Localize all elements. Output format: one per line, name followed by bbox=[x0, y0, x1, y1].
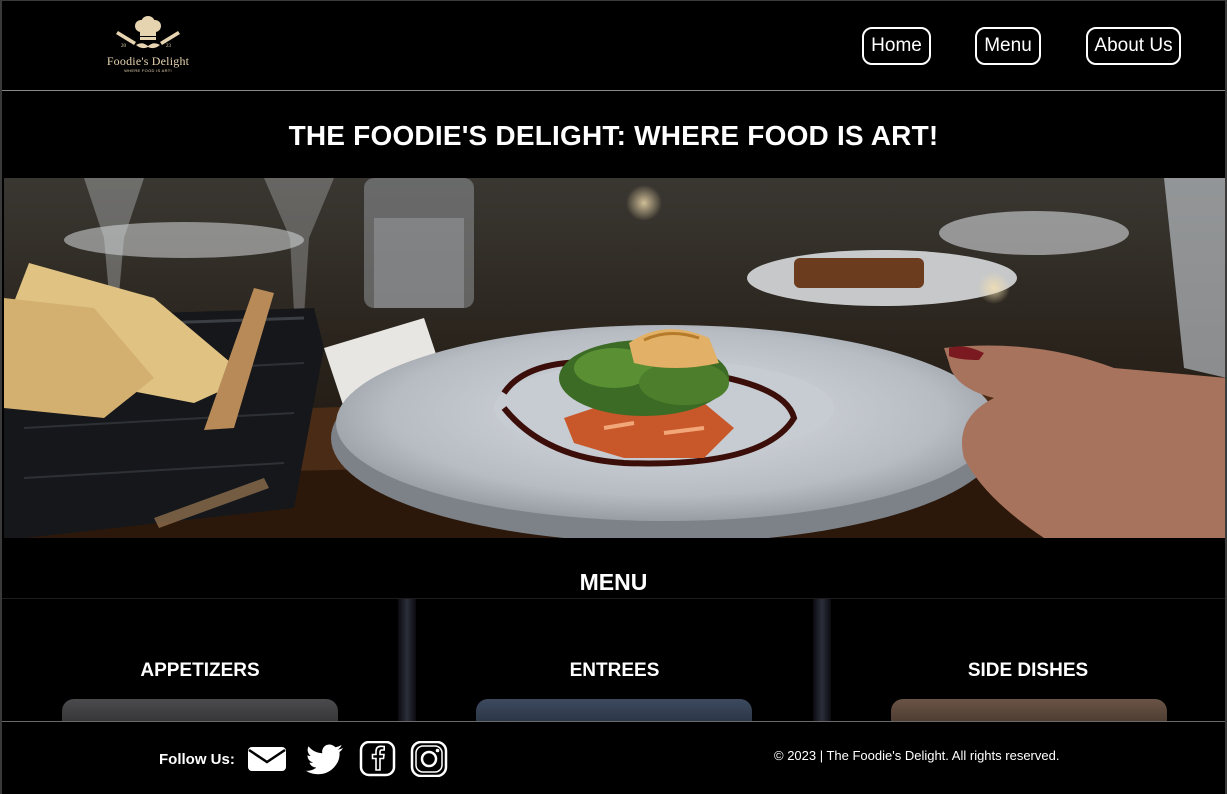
appetizers-image bbox=[62, 699, 338, 721]
menu-section-title: MENU bbox=[579, 569, 648, 595]
entrees-image bbox=[476, 699, 752, 721]
menu-card-side-dishes[interactable]: SIDE DISHES bbox=[831, 599, 1225, 721]
nav-menu-button[interactable]: Menu bbox=[975, 27, 1041, 65]
restaurant-dish-photo bbox=[4, 178, 1227, 538]
menu-card-entrees[interactable]: ENTREES bbox=[416, 599, 813, 721]
site-header: 20 23 Foodie's Delight WHERE FOOD IS ART… bbox=[0, 0, 1227, 91]
instagram-icon[interactable] bbox=[410, 740, 450, 778]
card-gutter bbox=[813, 599, 831, 721]
nav-about-us-button[interactable]: About Us bbox=[1086, 27, 1181, 65]
mail-icon[interactable] bbox=[247, 741, 287, 777]
follow-us-label: Follow Us: bbox=[159, 751, 235, 768]
logo-year-left: 20 bbox=[121, 44, 126, 49]
twitter-icon[interactable] bbox=[305, 741, 345, 777]
nav-home-button[interactable]: Home bbox=[862, 27, 931, 65]
chef-hat-logo-icon bbox=[116, 16, 180, 49]
logo-tagline: WHERE FOOD IS ART! bbox=[124, 68, 172, 73]
menu-card-title: APPETIZERS bbox=[140, 660, 260, 681]
menu-card-appetizers[interactable]: APPETIZERS bbox=[2, 599, 398, 721]
hero-image bbox=[4, 178, 1227, 538]
logo-year-right: 23 bbox=[166, 44, 171, 49]
side-dishes-image bbox=[891, 699, 1167, 721]
logo-name: Foodie's Delight bbox=[106, 54, 190, 68]
copyright-text: © 2023 | The Foodie's Delight. All right… bbox=[774, 748, 1060, 763]
menu-card-title: ENTREES bbox=[569, 660, 660, 681]
facebook-icon[interactable] bbox=[358, 740, 398, 777]
hero-title: THE FOODIE'S DELIGHT: WHERE FOOD IS ART! bbox=[288, 120, 939, 151]
site-footer: Follow Us: © 2023 | The Foodie's Delight… bbox=[0, 721, 1227, 794]
menu-card-title: SIDE DISHES bbox=[967, 660, 1089, 681]
card-gutter bbox=[398, 599, 416, 721]
logo[interactable]: 20 23 Foodie's Delight WHERE FOOD IS ART… bbox=[92, 14, 204, 78]
